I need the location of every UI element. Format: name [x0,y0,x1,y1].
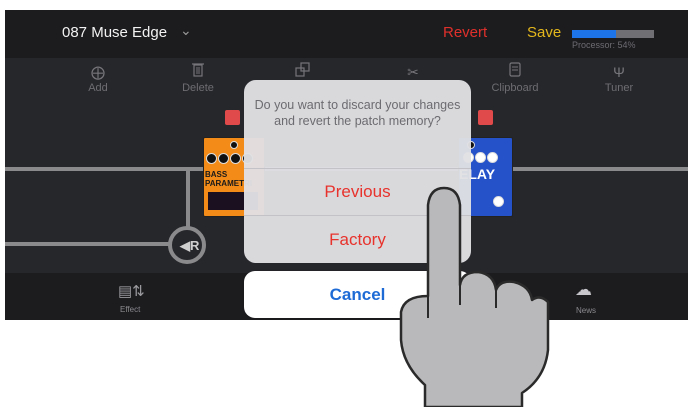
pointing-hand-icon [399,186,550,407]
